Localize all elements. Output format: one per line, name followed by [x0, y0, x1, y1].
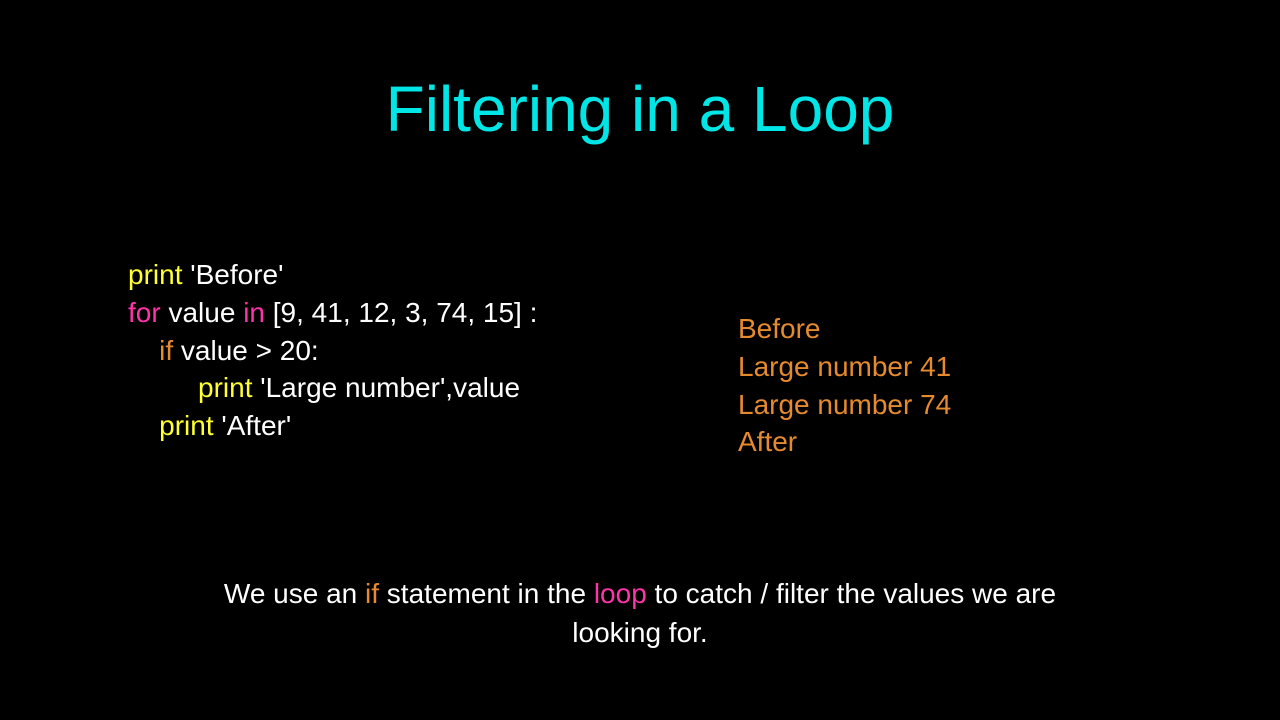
slide-caption: We use an if statement in the loop to ca…: [0, 574, 1280, 652]
indent: [128, 335, 159, 366]
indent: [128, 410, 159, 441]
code-block: print 'Before' for value in [9, 41, 12, …: [128, 256, 688, 445]
caption-text: statement in the: [379, 578, 594, 609]
caption-text: We use an: [224, 578, 365, 609]
kw-if: if: [159, 335, 173, 366]
code-text: 'After': [214, 410, 292, 441]
output-block: Before Large number 41 Large number 74 A…: [738, 310, 951, 461]
indent: [128, 372, 198, 403]
code-line-4: print 'Large number',value: [128, 369, 688, 407]
caption-kw-loop: loop: [594, 578, 647, 609]
code-text: value: [453, 372, 520, 403]
code-text: [9, 41, 12, 3, 74, 15] :: [265, 297, 537, 328]
code-text: 'Before': [182, 259, 283, 290]
code-text: value: [161, 297, 244, 328]
slide-title: Filtering in a Loop: [0, 0, 1280, 146]
code-line-2: for value in [9, 41, 12, 3, 74, 15] :: [128, 294, 688, 332]
kw-for: for: [128, 297, 161, 328]
output-line: Before: [738, 310, 951, 348]
code-line-3: if value > 20:: [128, 332, 688, 370]
output-line: Large number 41: [738, 348, 951, 386]
code-line-1: print 'Before': [128, 256, 688, 294]
code-text: value > 20:: [173, 335, 319, 366]
kw-print: print: [128, 259, 182, 290]
kw-print: print: [198, 372, 252, 403]
slide-content: print 'Before' for value in [9, 41, 12, …: [0, 256, 1280, 461]
code-text: 'Large number',: [252, 372, 453, 403]
code-line-5: print 'After': [128, 407, 688, 445]
kw-in: in: [243, 297, 265, 328]
kw-print: print: [159, 410, 213, 441]
output-line: Large number 74: [738, 386, 951, 424]
output-line: After: [738, 423, 951, 461]
caption-kw-if: if: [365, 578, 379, 609]
